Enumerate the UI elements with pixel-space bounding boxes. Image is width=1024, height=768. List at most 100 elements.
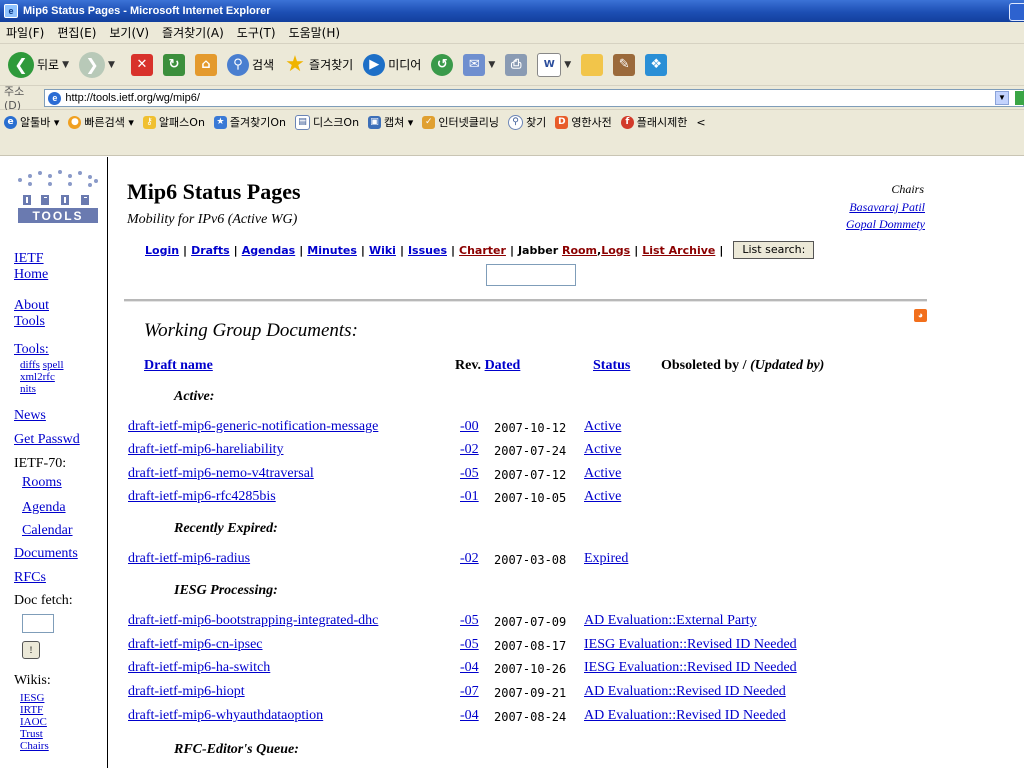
draft-status-link[interactable]: AD Evaluation::Revised ID Needed [584,684,786,700]
draft-rev-link[interactable]: -04 [460,708,479,724]
col-dated[interactable]: Dated [485,358,521,373]
go-button[interactable] [1015,90,1024,105]
address-dropdown-icon[interactable]: ▼ [995,90,1009,105]
link-find[interactable]: ⚲ 찾기 [508,114,546,130]
draft-rev-link[interactable]: -05 [460,613,479,629]
sidebar-item-agenda[interactable]: Agenda [22,500,66,515]
nav-jabber-room[interactable]: Room [562,244,597,257]
sidebar-wiki-iaoc[interactable]: IAOC [20,716,47,728]
col-status[interactable]: Status [593,358,630,373]
link-flash-block[interactable]: f 플래시제한 [620,114,687,130]
research-button[interactable]: ✎ [613,53,636,76]
chevron-down-icon[interactable]: ▼ [564,60,571,70]
draft-name-link[interactable]: draft-ietf-mip6-generic-notification-mes… [128,419,378,435]
draft-status-link[interactable]: Active [584,419,621,435]
draft-rev-link[interactable]: -02 [460,442,479,458]
back-button[interactable]: ❮ 뒤로 ▼ [8,51,69,78]
draft-rev-link[interactable]: -00 [460,419,479,435]
nav-minutes[interactable]: Minutes [307,244,357,257]
sidebar-wiki-trust[interactable]: Trust [20,728,43,740]
draft-status-link[interactable]: Expired [584,551,628,567]
nav-wiki[interactable]: Wiki [369,244,396,257]
link-disk-on[interactable]: ▤ 디스크On [295,114,359,130]
draft-rev-link[interactable]: -07 [460,684,479,700]
draft-name-link[interactable]: draft-ietf-mip6-cn-ipsec [128,637,263,653]
sidebar-item-calendar[interactable]: Calendar [22,523,73,538]
sidebar-item-tools[interactable]: Tools: [14,342,49,357]
doc-fetch-button[interactable]: ! [22,641,40,659]
refresh-button[interactable]: ↻ [162,53,185,76]
sidebar-link-diffs[interactable]: diffs [20,359,40,371]
sidebar-item-rooms[interactable]: Rooms [22,475,62,490]
draft-status-link[interactable]: Active [584,489,621,505]
links-scroll-left[interactable]: < [696,116,705,129]
chevron-down-icon[interactable]: ▼ [62,60,69,70]
nav-agendas[interactable]: Agendas [242,244,296,257]
menu-view[interactable]: 보기(V) [109,24,149,41]
search-button[interactable]: ⚲ 검색 [226,53,274,76]
sidebar-item-rfcs[interactable]: RFCs [14,570,46,585]
sidebar-wiki-irtf[interactable]: IRTF [20,704,43,716]
list-search-input[interactable] [486,264,576,286]
sidebar-item-news[interactable]: News [14,408,46,423]
draft-name-link[interactable]: draft-ietf-mip6-nemo-v4traversal [128,466,314,482]
draft-name-link[interactable]: draft-ietf-mip6-hiopt [128,684,245,700]
print-button[interactable]: ⎙ [505,53,528,76]
draft-name-link[interactable]: draft-ietf-mip6-hareliability [128,442,284,458]
nav-drafts[interactable]: Drafts [191,244,230,257]
link-altoolbar[interactable]: e 알툴바 ▾ [4,114,59,130]
home-button[interactable]: ⌂ [194,53,217,76]
chevron-down-icon[interactable]: ▼ [488,60,495,70]
draft-name-link[interactable]: draft-ietf-mip6-whyauthdataoption [128,708,323,724]
nav-charter[interactable]: Charter [459,244,506,257]
draft-status-link[interactable]: Active [584,466,621,482]
sidebar-item-about[interactable]: About [14,298,49,313]
draft-name-link[interactable]: draft-ietf-mip6-radius [128,551,250,567]
draft-rev-link[interactable]: -05 [460,637,479,653]
sidebar-link-xml2rfc[interactable]: xml2rfc [20,371,55,383]
list-search-button[interactable]: List search: [733,241,815,259]
sidebar-item-home[interactable]: Home [14,267,48,282]
nav-jabber-logs[interactable]: Logs [601,244,630,257]
draft-status-link[interactable]: IESG Evaluation::Revised ID Needed [584,637,797,653]
draft-rev-link[interactable]: -05 [460,466,479,482]
sidebar-wiki-chairs[interactable]: Chairs [20,740,49,752]
history-button[interactable]: ↺ [431,53,454,76]
sidebar-item-documents[interactable]: Documents [14,546,78,561]
menu-favorites[interactable]: 즐겨찾기(A) [162,24,224,41]
draft-rev-link[interactable]: -04 [460,660,479,676]
rss-feed-icon[interactable]: ◕ [914,309,927,322]
edit-button[interactable]: W ▼ [537,52,571,77]
link-capture[interactable]: ▣ 캡쳐 ▾ [368,114,413,130]
chair-link[interactable]: Gopal Dommety [846,217,925,232]
forward-button[interactable]: ❯ ▼ [79,51,115,78]
draft-status-link[interactable]: AD Evaluation::Revised ID Needed [584,708,786,724]
draft-rev-link[interactable]: -01 [460,489,479,505]
col-draft-name[interactable]: Draft name [144,358,213,373]
sidebar-item-ietf[interactable]: IETF [14,251,44,266]
mail-button[interactable]: ✉ ▼ [463,53,495,76]
menu-help[interactable]: 도움말(H) [289,24,341,41]
chair-link[interactable]: Basavaraj Patil [849,200,925,215]
sidebar-wiki-iesg[interactable]: IESG [20,692,44,704]
draft-name-link[interactable]: draft-ietf-mip6-bootstrapping-integrated… [128,613,378,629]
draft-name-link[interactable]: draft-ietf-mip6-ha-switch [128,660,270,676]
sidebar-link-nits[interactable]: nits [20,383,36,395]
sidebar-item-get-passwd[interactable]: Get Passwd [14,432,80,447]
draft-status-link[interactable]: Active [584,442,621,458]
messenger-button[interactable]: ❖ [645,53,668,76]
minimize-button[interactable] [1009,3,1024,21]
link-quick-search[interactable]: ● 빠른검색 ▾ [68,114,134,130]
sidebar-item-tools-about[interactable]: Tools [14,314,45,329]
doc-fetch-input[interactable] [22,614,54,633]
stop-button[interactable]: ✕ [130,53,153,76]
draft-status-link[interactable]: AD Evaluation::External Party [584,613,757,629]
draft-rev-link[interactable]: -02 [460,551,479,567]
link-internet-cleaning[interactable]: ✓ 인터넷클리닝 [422,114,499,130]
draft-name-link[interactable]: draft-ietf-mip6-rfc4285bis [128,489,276,505]
favorites-button[interactable]: ★ 즐겨찾기 [284,52,353,77]
draft-status-link[interactable]: IESG Evaluation::Revised ID Needed [584,660,797,676]
menu-edit[interactable]: 편집(E) [57,24,96,41]
nav-login[interactable]: Login [145,244,179,257]
nav-list-archive[interactable]: List Archive [642,244,715,257]
